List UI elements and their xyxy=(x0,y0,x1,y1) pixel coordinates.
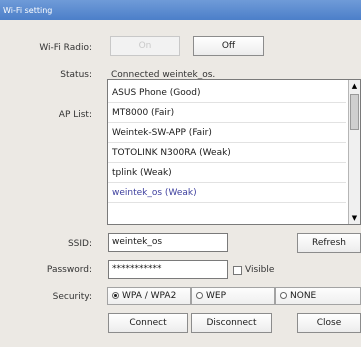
close-button[interactable]: Close xyxy=(297,313,361,333)
scroll-up-icon[interactable]: ▲ xyxy=(349,80,360,92)
list-item[interactable]: TOTOLINK N300RA (Weak) xyxy=(108,143,346,163)
status-label: Status: xyxy=(60,70,92,80)
ssid-label: SSID: xyxy=(67,239,92,249)
visible-checkbox[interactable] xyxy=(233,266,242,275)
security-option-wpa[interactable]: WPA / WPA2 xyxy=(107,287,191,305)
window-title: Wi-Fi setting xyxy=(3,6,53,15)
ssid-input[interactable]: weintek_os xyxy=(108,233,228,252)
list-item[interactable]: tplink (Weak) xyxy=(108,163,346,183)
radio-dot-icon xyxy=(280,292,287,299)
list-item[interactable]: MT8000 (Fair) xyxy=(108,103,346,123)
list-item-selected[interactable]: weintek_os (Weak) xyxy=(108,183,346,203)
ap-list-scrollbar[interactable]: ▲ ▼ xyxy=(348,80,360,224)
radio-label: NONE xyxy=(290,291,317,301)
radio-label: WEP xyxy=(206,291,227,301)
scroll-thumb[interactable] xyxy=(350,94,359,130)
refresh-button[interactable]: Refresh xyxy=(297,233,361,253)
security-label: Security: xyxy=(52,292,92,302)
list-item[interactable]: ASUS Phone (Good) xyxy=(108,83,346,103)
title-bar: Wi-Fi setting xyxy=(0,0,361,20)
scroll-down-icon[interactable]: ▼ xyxy=(349,212,360,224)
disconnect-button[interactable]: Disconnect xyxy=(191,313,272,333)
password-input[interactable]: *********** xyxy=(108,260,228,279)
radio-off-button[interactable]: Off xyxy=(193,36,264,56)
wifi-radio-label: Wi-Fi Radio: xyxy=(39,43,92,53)
radio-dot-icon xyxy=(112,292,119,299)
connect-button[interactable]: Connect xyxy=(108,313,188,333)
radio-on-button[interactable]: On xyxy=(110,36,180,56)
radio-dot-icon xyxy=(196,292,203,299)
visible-label: Visible xyxy=(245,265,275,275)
list-item[interactable]: Weintek-SW-APP (Fair) xyxy=(108,123,346,143)
ap-list[interactable]: ASUS Phone (Good) MT8000 (Fair) Weintek-… xyxy=(107,79,361,225)
ap-list-label: AP List: xyxy=(58,110,92,120)
password-label: Password: xyxy=(46,265,92,275)
radio-label: WPA / WPA2 xyxy=(122,291,177,301)
security-option-none[interactable]: NONE xyxy=(275,287,361,305)
security-option-wep[interactable]: WEP xyxy=(191,287,275,305)
wifi-setting-window: Wi-Fi setting Wi-Fi Radio: On Off Status… xyxy=(0,0,361,347)
